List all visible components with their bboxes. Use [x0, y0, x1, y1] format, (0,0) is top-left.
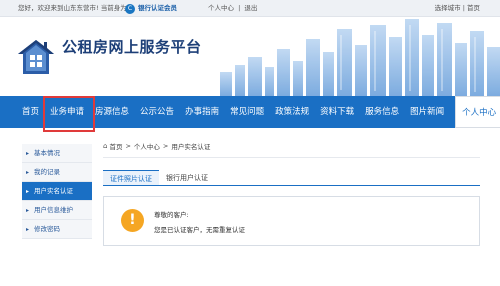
tab-bank-user-auth[interactable]: 银行用户认证 — [159, 170, 215, 185]
notice-title: 尊敬的客户: — [154, 211, 189, 219]
warning-icon: ! — [121, 209, 144, 232]
personal-center-link[interactable]: 个人中心 — [208, 4, 234, 12]
notice-text: 您是已认证客户，无需重复认证 — [154, 226, 245, 234]
notice-box: ! 尊敬的客户: 您是已认证客户，无需重复认证 — [103, 196, 480, 246]
site-header: 公租房网上服务平台 — [0, 17, 500, 96]
auth-tabs: 证件照片认证 银行用户认证 — [103, 170, 480, 186]
nav-item-service-info[interactable]: 服务信息 — [365, 96, 399, 128]
city-select-link[interactable]: 选择城市 | 首页 — [435, 0, 480, 17]
sidebar-item-basic-info[interactable]: 基本情况 — [22, 144, 92, 163]
breadcrumb-personal-center[interactable]: 个人中心 — [134, 141, 160, 151]
member-badge: C 银行认证会员 — [125, 0, 177, 17]
link-separator: | — [238, 4, 241, 12]
top-links: 个人中心 | 退出 — [208, 0, 259, 17]
sidebar-item-user-info[interactable]: 用户信息维护 — [22, 201, 92, 220]
city-skyline-decoration — [220, 19, 500, 96]
logout-link[interactable]: 退出 — [244, 4, 257, 12]
nav-item-personal-center[interactable]: 个人中心 — [455, 96, 500, 128]
sidebar-item-change-password[interactable]: 修改密码 — [22, 220, 92, 239]
breadcrumb-current: 用户实名认证 — [171, 143, 211, 151]
house-logo-icon — [18, 40, 54, 74]
member-label: 银行认证会员 — [138, 4, 177, 12]
nav-item-policies[interactable]: 政策法规 — [275, 96, 309, 128]
nav-item-guide[interactable]: 办事指南 — [185, 96, 219, 128]
breadcrumb-separator: > — [162, 142, 169, 150]
sidebar-item-my-records[interactable]: 我的记录 — [22, 163, 92, 182]
greeting-label: 您好，欢迎来到山东东营市! — [18, 4, 99, 12]
breadcrumb-home[interactable]: 首页 — [109, 141, 122, 151]
nav-item-announcements[interactable]: 公示公告 — [140, 96, 174, 128]
bank-member-icon: C — [125, 3, 135, 14]
nav-item-photo-news[interactable]: 图片新闻 — [410, 96, 444, 128]
sidebar-menu: 基本情况 我的记录 用户实名认证 用户信息维护 修改密码 — [22, 144, 92, 239]
nav-highlight-box — [43, 96, 95, 132]
nav-item-home[interactable]: 首页 — [22, 96, 39, 128]
nav-item-housing-info[interactable]: 房源信息 — [95, 96, 129, 128]
tab-id-photo-auth[interactable]: 证件照片认证 — [103, 170, 159, 185]
home-icon: ⌂ — [103, 142, 108, 150]
nav-item-faq[interactable]: 常见问题 — [230, 96, 264, 128]
top-bar: 您好，欢迎来到山东东营市! 当前身为: C 银行认证会员 个人中心 | 退出 选… — [0, 0, 500, 17]
nav-item-downloads[interactable]: 资料下载 — [320, 96, 354, 128]
sidebar-item-real-name-auth[interactable]: 用户实名认证 — [22, 182, 92, 201]
breadcrumb-separator: > — [125, 142, 131, 150]
breadcrumb: ⌂ 首页 > 个人中心 > 用户实名认证 — [103, 141, 210, 151]
greeting-text: 您好，欢迎来到山东东营市! 当前身为: — [18, 0, 129, 17]
breadcrumb-divider — [103, 157, 480, 158]
